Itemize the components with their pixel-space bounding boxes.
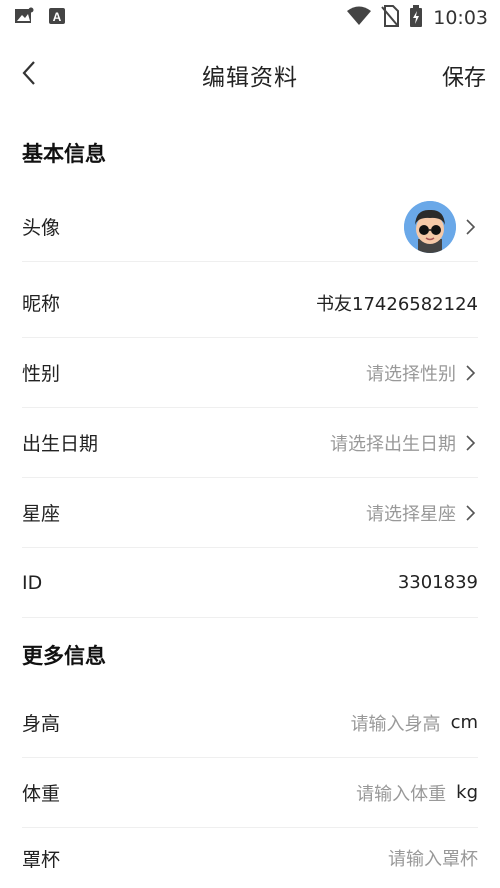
battery-charging-icon xyxy=(409,4,423,32)
height-row[interactable]: 身高 请输入身高 cm xyxy=(22,688,478,758)
birthday-row[interactable]: 出生日期 请选择出生日期 xyxy=(22,408,478,478)
zodiac-row[interactable]: 星座 请选择星座 xyxy=(22,478,478,548)
cup-label: 罩杯 xyxy=(22,848,61,871)
save-button[interactable]: 保存 xyxy=(442,60,486,92)
birthday-label: 出生日期 xyxy=(22,433,99,455)
height-label: 身高 xyxy=(22,713,61,735)
nickname-row[interactable]: 昵称 书友17426582124 xyxy=(22,268,478,338)
status-bar-right: 10:03 xyxy=(347,4,488,32)
cup-input[interactable]: 请输入罩杯 xyxy=(388,845,478,871)
chevron-right-icon xyxy=(464,364,478,382)
svg-text:A: A xyxy=(53,10,62,24)
weight-input[interactable]: 请输入体重 xyxy=(356,780,446,806)
height-unit: cm xyxy=(450,712,478,733)
gender-placeholder: 请选择性别 xyxy=(366,363,456,385)
weight-label: 体重 xyxy=(22,783,61,805)
avatar-label: 头像 xyxy=(22,217,61,239)
cup-row[interactable]: 罩杯 请输入罩杯 xyxy=(22,828,478,888)
section-title-basic-info: 基本信息 xyxy=(22,142,106,166)
section-title-more-info: 更多信息 xyxy=(22,644,106,668)
chevron-right-icon xyxy=(464,218,478,236)
gender-label: 性别 xyxy=(22,363,61,385)
id-row: ID 3301839 xyxy=(22,548,478,618)
chevron-right-icon xyxy=(464,504,478,522)
avatar-row[interactable]: 头像 xyxy=(22,192,478,262)
font-icon: A xyxy=(48,7,66,29)
id-label: ID xyxy=(22,571,43,594)
gallery-icon xyxy=(14,7,34,29)
status-bar: A 10:03 xyxy=(0,0,500,36)
weight-row[interactable]: 体重 请输入体重 kg xyxy=(22,758,478,828)
chevron-right-icon xyxy=(464,434,478,452)
avatar xyxy=(404,200,456,253)
status-bar-left: A xyxy=(14,7,66,29)
weight-unit: kg xyxy=(456,782,478,803)
nickname-value: 书友17426582124 xyxy=(316,293,478,315)
zodiac-label: 星座 xyxy=(22,503,61,525)
page-title: 编辑资料 xyxy=(202,65,298,91)
birthday-placeholder: 请选择出生日期 xyxy=(330,433,456,455)
id-value: 3301839 xyxy=(397,572,478,593)
wifi-icon xyxy=(347,6,372,31)
height-input[interactable]: 请输入身高 xyxy=(351,710,441,736)
back-button[interactable] xyxy=(14,58,44,92)
gender-row[interactable]: 性别 请选择性别 xyxy=(22,338,478,408)
no-sim-icon xyxy=(381,4,400,32)
zodiac-placeholder: 请选择星座 xyxy=(366,503,456,525)
top-bar: 编辑资料 保存 xyxy=(0,36,500,114)
nickname-label: 昵称 xyxy=(22,293,61,315)
chevron-left-icon xyxy=(21,60,37,90)
status-time: 10:03 xyxy=(433,7,488,29)
